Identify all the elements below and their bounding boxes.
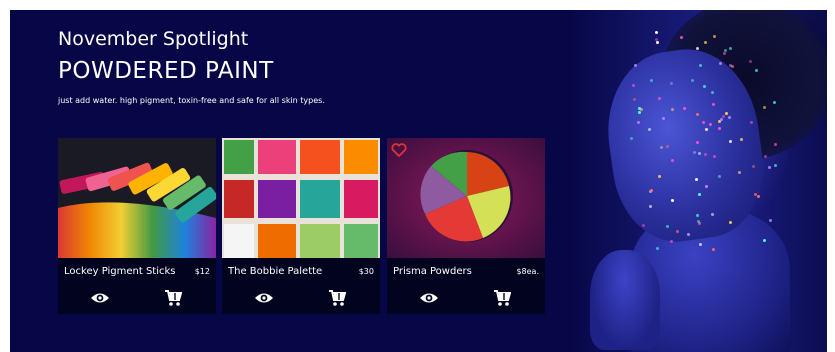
product-name[interactable]: Prisma Powders [393, 266, 472, 277]
glitter-dot [702, 85, 706, 89]
glitter-dot [657, 174, 661, 178]
glitter-dot [704, 184, 708, 188]
portrait-hand [590, 250, 660, 350]
cart-icon[interactable] [328, 289, 346, 307]
glitter-dot [633, 63, 637, 67]
glitter-dot [679, 36, 683, 40]
glitter-dot [737, 170, 741, 174]
glitter-dot [698, 242, 702, 246]
product-name[interactable]: The Bobbie Palette [228, 266, 322, 277]
spotlight-banner: November Spotlight POWDERED PAINT just a… [10, 10, 827, 352]
product-card-footer: Lockey Pigment Sticks $12 [58, 258, 216, 314]
glitter-dot [748, 60, 752, 64]
glitter-dot [669, 82, 673, 86]
cart-icon[interactable] [493, 289, 511, 307]
glitter-dot [769, 219, 773, 223]
eye-icon[interactable] [419, 290, 439, 306]
product-price: $30 [358, 267, 374, 276]
glitter-dot [757, 195, 761, 199]
glitter-dot [670, 198, 674, 202]
color-palette-tray-image[interactable] [222, 138, 380, 258]
glitter-dot [754, 69, 758, 73]
rainbow-pigment-sticks-image[interactable] [58, 138, 216, 258]
spotlight-eyebrow: November Spotlight [58, 28, 249, 50]
glitter-dot [692, 151, 696, 155]
glitter-dot [728, 46, 732, 50]
spotlight-tagline: just add water. high pigment, toxin-free… [58, 96, 325, 105]
product-card-footer: Prisma Powders $8ea. [387, 258, 545, 314]
hero-portrait-image [570, 10, 827, 352]
glitter-dot [724, 111, 728, 115]
glitter-dot [709, 122, 713, 126]
glitter-dot [675, 229, 679, 233]
glitter-dot [728, 63, 732, 67]
product-card[interactable]: Lockey Pigment Sticks $12 [58, 138, 216, 314]
glitter-dot [665, 224, 669, 228]
glitter-dot [697, 192, 701, 196]
glitter-dot [768, 166, 772, 170]
glitter-dot [721, 114, 725, 118]
product-price: $8ea. [516, 267, 539, 276]
product-card[interactable]: Prisma Powders $8ea. [387, 138, 545, 314]
spotlight-headline: POWDERED PAINT [58, 58, 274, 84]
eye-icon[interactable] [254, 290, 274, 306]
glitter-dot [696, 46, 700, 50]
glitter-dot [722, 51, 726, 55]
glitter-dot [655, 30, 659, 34]
product-name[interactable]: Lockey Pigment Sticks [64, 266, 176, 277]
glitter-dot [710, 212, 714, 216]
glitter-dot [764, 155, 768, 159]
glitter-dot [690, 79, 694, 83]
glitter-dot [717, 127, 721, 131]
hero-text: November Spotlight POWDERED PAINT just a… [58, 28, 325, 105]
glitter-dot [682, 107, 686, 110]
glitter-dot [727, 116, 731, 120]
heart-icon[interactable] [391, 142, 407, 158]
glitter-dot [656, 41, 660, 45]
glitter-dot [637, 111, 641, 115]
glitter-dot [657, 96, 661, 100]
product-card-footer: The Bobbie Palette $30 [222, 258, 380, 314]
cart-icon[interactable] [164, 289, 182, 307]
glitter-dot [637, 120, 641, 124]
glitter-dot [712, 102, 716, 106]
glitter-dot [648, 127, 652, 131]
product-price: $12 [194, 267, 210, 276]
product-card[interactable]: The Bobbie Palette $30 [222, 138, 380, 314]
glitter-dot [662, 116, 666, 120]
glitter-dot [763, 238, 767, 242]
glitter-dot [711, 247, 715, 251]
colored-powder-dish-image[interactable] [387, 138, 545, 258]
glitter-dot [641, 223, 645, 227]
glitter-dot [632, 83, 636, 87]
glitter-dot [694, 177, 698, 181]
glitter-dot [655, 246, 659, 250]
glitter-dot [686, 232, 690, 236]
glitter-dot [774, 164, 778, 168]
eye-icon[interactable] [90, 290, 110, 306]
glitter-dot [701, 121, 705, 125]
glitter-dot [695, 112, 699, 116]
glitter-dot [648, 204, 652, 208]
